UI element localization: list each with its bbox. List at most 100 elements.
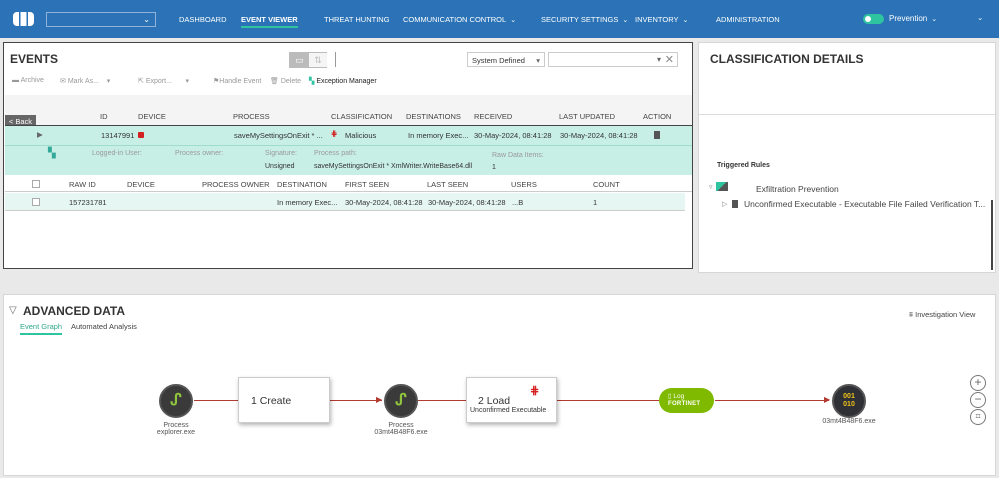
binary-glyph: 010 (843, 401, 855, 408)
search-input[interactable]: ▾ ✕ (548, 52, 678, 67)
nav-administration[interactable]: ADMINISTRATION (716, 15, 780, 24)
col-action[interactable]: ACTION (643, 112, 671, 121)
collapse-icon[interactable]: ▽ (9, 305, 17, 316)
grid-view-icon[interactable]: ▭ (290, 53, 309, 67)
chevron-down-icon: ⌄ (510, 17, 517, 24)
rule-icon (732, 200, 738, 208)
row-checkbox[interactable] (32, 198, 40, 206)
policy-name[interactable]: Exfiltration Prevention (756, 184, 839, 194)
nav-inventory[interactable]: INVENTORY ⌄ (635, 15, 688, 24)
user-menu-chevron-icon[interactable]: ⌄ (977, 13, 983, 22)
event-destinations: In memory Exec... (408, 131, 469, 140)
event-received: 30-May-2024, 08:41:28 (474, 131, 552, 140)
triggered-rules-label: Triggered Rules (717, 162, 770, 169)
col-destinations[interactable]: DESTINATIONS (406, 112, 461, 121)
archive-button[interactable]: ▬ Archive (12, 77, 44, 84)
arrow-icon: ▶ (824, 395, 831, 404)
expand-icon[interactable]: ▶ (37, 130, 43, 139)
event-sub-label: Unconfirmed Executable (470, 407, 547, 414)
col-last-updated[interactable]: LAST UPDATED (559, 112, 615, 121)
org-select[interactable]: ⌄ (46, 12, 156, 27)
process-path-label: Process path: (314, 150, 357, 157)
expand-icon[interactable]: ▷ (722, 200, 727, 208)
log-node[interactable]: ▯ Log FORTINET (659, 388, 714, 413)
logged-in-user-label: Logged-in User: (92, 150, 142, 157)
binary-file-node-icon[interactable]: 001 010 (832, 384, 866, 418)
exception-manager-label: Exception Manager (316, 78, 377, 85)
col-last-seen[interactable]: LAST SEEN (427, 180, 468, 189)
exception-icon: ▚ (309, 78, 315, 85)
col-count[interactable]: COUNT (593, 180, 620, 189)
tab-automated-analysis[interactable]: Automated Analysis (71, 322, 137, 331)
nav-label: SECURITY SETTINGS (541, 15, 619, 24)
col-process-owner[interactable]: PROCESS OWNER (202, 180, 270, 189)
action-icon[interactable] (654, 131, 660, 139)
collapse-icon[interactable]: ▿ (709, 183, 713, 191)
caret-down-icon[interactable]: ▾ (657, 55, 661, 64)
nav-event-viewer[interactable]: EVENT VIEWER (241, 15, 298, 28)
view-toggle[interactable]: ▭ ⇅ (289, 52, 327, 68)
node-name: 03mt4B48F6.exe (374, 429, 428, 436)
fit-view-icon[interactable]: ⌗ (970, 409, 986, 425)
select-all-checkbox[interactable] (32, 180, 40, 188)
investigation-view-button[interactable]: ⩩ Investigation View (909, 310, 975, 320)
nav-label: COMMUNICATION CONTROL (403, 15, 507, 24)
delete-button[interactable]: 🗑 Delete (270, 77, 301, 85)
events-title: EVENTS (10, 52, 59, 66)
nav-communication-control[interactable]: COMMUNICATION CONTROL ⌄ (403, 15, 516, 24)
create-event-box[interactable]: 1 Create (238, 377, 330, 423)
raw-data-items-label: Raw Data Items: (492, 152, 544, 159)
load-event-box[interactable]: 2 Load ⋕ Unconfirmed Executable (466, 377, 557, 423)
zoom-in-icon[interactable]: + (970, 375, 986, 391)
arrow-icon: ▶ (376, 395, 383, 404)
tab-event-graph[interactable]: Event Graph (20, 322, 63, 335)
log-text: Log (673, 393, 685, 400)
nav-security-settings[interactable]: SECURITY SETTINGS ⌄ (541, 15, 628, 24)
col-users[interactable]: USERS (511, 180, 537, 189)
export-button[interactable]: ⇱ Export... ▾ (138, 77, 189, 85)
malicious-icon: ⋕ (331, 129, 338, 138)
event-label: 2 Load (478, 395, 511, 407)
col-id[interactable]: ID (100, 112, 108, 121)
chevron-down-icon: ⌄ (931, 16, 938, 23)
mode-dropdown[interactable]: Prevention ⌄ (889, 14, 937, 23)
col-raw-id[interactable]: RAW ID (69, 180, 96, 189)
nav-dashboard[interactable]: DASHBOARD (179, 15, 227, 24)
mark-as-button[interactable]: ✉ Mark As... ▾ (60, 77, 110, 85)
event-id: 13147991 (101, 131, 135, 140)
delete-label: Delete (280, 78, 302, 85)
handle-event-button[interactable]: ⚑Handle Event (213, 77, 261, 85)
col-raw-device[interactable]: DEVICE (127, 180, 155, 189)
event-last-updated: 30-May-2024, 08:41:28 (560, 131, 638, 140)
tree-view-icon[interactable]: ⇅ (309, 53, 327, 67)
mode-label: Prevention (889, 14, 928, 23)
process-node-icon[interactable]: ᔑ (159, 384, 193, 418)
scrollbar[interactable] (991, 200, 993, 270)
envelope-icon: ✉ (60, 78, 66, 85)
device-status-icon (138, 132, 144, 138)
process-node-icon[interactable]: ᔑ (384, 384, 418, 418)
col-destination[interactable]: DESTINATION (277, 180, 327, 189)
raw-destination: In memory Exec... (277, 198, 338, 207)
clear-icon[interactable]: ✕ (665, 53, 674, 66)
col-first-seen[interactable]: FIRST SEEN (345, 180, 389, 189)
zoom-out-icon[interactable]: − (970, 392, 986, 408)
export-label: Export... (145, 78, 172, 85)
caret-down-icon: ▾ (536, 56, 540, 65)
col-classification[interactable]: CLASSIFICATION (331, 112, 392, 121)
fortinet-logo-icon (13, 12, 34, 26)
signature-label: Signature: (265, 150, 297, 157)
investigation-view-label: Investigation View (915, 310, 976, 319)
trash-icon: 🗑 (270, 78, 279, 85)
prevention-toggle[interactable] (863, 14, 884, 24)
col-device[interactable]: DEVICE (138, 112, 166, 121)
col-received[interactable]: RECEIVED (474, 112, 512, 121)
toggle-knob (865, 16, 871, 22)
col-process[interactable]: PROCESS (233, 112, 270, 121)
exception-add-icon[interactable]: ▚ (48, 148, 56, 159)
event-label: 1 Create (251, 395, 292, 407)
nav-threat-hunting[interactable]: THREAT HUNTING (324, 15, 390, 24)
exception-manager-button[interactable]: ▚ Exception Manager (309, 77, 377, 85)
filter-select[interactable]: System Defined ▾ (467, 52, 545, 67)
rule-name[interactable]: Unconfirmed Executable - Executable File… (744, 199, 985, 209)
